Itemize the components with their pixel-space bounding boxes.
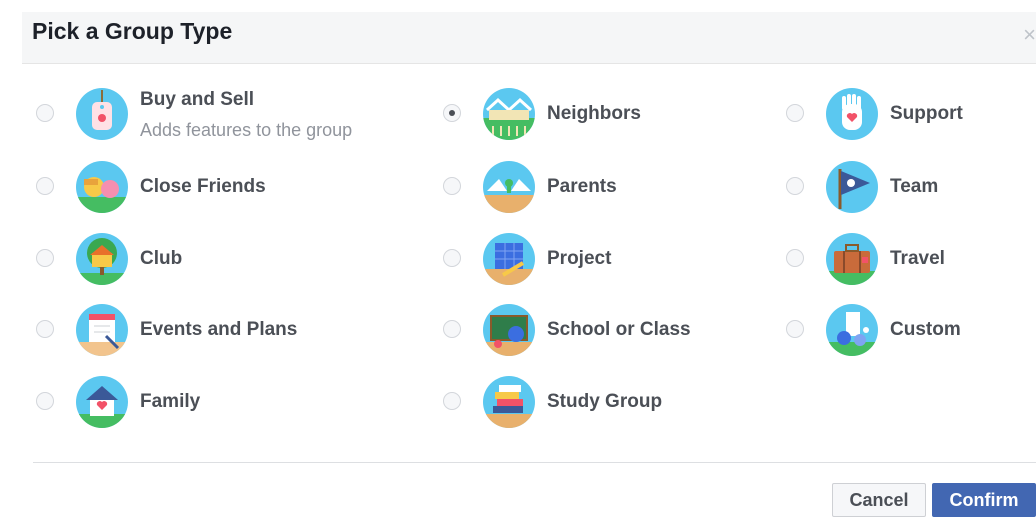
neighborhood-icon bbox=[483, 88, 535, 140]
radio-travel[interactable] bbox=[786, 249, 804, 267]
radio-study-group[interactable] bbox=[443, 392, 461, 410]
option-study-group[interactable]: Study Group bbox=[443, 374, 763, 430]
price-tag-icon bbox=[76, 88, 128, 140]
option-buy-and-sell[interactable]: Buy and Sell Adds features to the group bbox=[36, 86, 416, 142]
option-school-or-class[interactable]: School or Class bbox=[443, 302, 763, 358]
option-label: Parents bbox=[547, 176, 617, 197]
parents-icon bbox=[483, 161, 535, 213]
option-label: School or Class bbox=[547, 319, 691, 340]
radio-custom[interactable] bbox=[786, 320, 804, 338]
option-label: Support bbox=[890, 103, 963, 124]
radio-parents[interactable] bbox=[443, 177, 461, 195]
radio-support[interactable] bbox=[786, 104, 804, 122]
close-friends-icon bbox=[76, 161, 128, 213]
option-family[interactable]: Family bbox=[36, 374, 416, 430]
radio-club[interactable] bbox=[36, 249, 54, 267]
books-icon bbox=[483, 376, 535, 428]
radio-family[interactable] bbox=[36, 392, 54, 410]
option-close-friends[interactable]: Close Friends bbox=[36, 159, 416, 215]
option-label: Team bbox=[890, 176, 939, 197]
option-label: Project bbox=[547, 248, 612, 269]
option-club[interactable]: Club bbox=[36, 231, 416, 287]
option-team[interactable]: Team bbox=[786, 159, 1026, 215]
pennant-flag-icon bbox=[826, 161, 878, 213]
radio-buy-and-sell[interactable] bbox=[36, 104, 54, 122]
option-project[interactable]: Project bbox=[443, 231, 763, 287]
option-sublabel: Adds features to the group bbox=[140, 120, 353, 140]
calendar-icon bbox=[76, 304, 128, 356]
option-label: Buy and Sell bbox=[140, 89, 255, 110]
option-label: Study Group bbox=[547, 391, 663, 412]
option-parents[interactable]: Parents bbox=[443, 159, 763, 215]
option-label: Club bbox=[140, 248, 183, 269]
custom-icon bbox=[826, 304, 878, 356]
option-custom[interactable]: Custom bbox=[786, 302, 1026, 358]
dialog-header: Pick a Group Type × bbox=[22, 12, 1036, 64]
radio-project[interactable] bbox=[443, 249, 461, 267]
radio-events-and-plans[interactable] bbox=[36, 320, 54, 338]
option-label: Events and Plans bbox=[140, 319, 298, 340]
option-neighbors[interactable]: Neighbors bbox=[443, 86, 763, 142]
treehouse-icon bbox=[76, 233, 128, 285]
radio-school-or-class[interactable] bbox=[443, 320, 461, 338]
close-icon[interactable]: × bbox=[1023, 22, 1036, 48]
option-support[interactable]: Support bbox=[786, 86, 1026, 142]
suitcase-icon bbox=[826, 233, 878, 285]
dialog-title: Pick a Group Type bbox=[32, 18, 233, 44]
option-label: Close Friends bbox=[140, 176, 266, 197]
option-label: Travel bbox=[890, 248, 945, 269]
radio-neighbors[interactable] bbox=[443, 104, 461, 122]
footer-divider bbox=[33, 462, 1036, 463]
blueprint-icon bbox=[483, 233, 535, 285]
radio-close-friends[interactable] bbox=[36, 177, 54, 195]
option-events-and-plans[interactable]: Events and Plans bbox=[36, 302, 416, 358]
option-travel[interactable]: Travel bbox=[786, 231, 1026, 287]
option-label: Neighbors bbox=[547, 103, 641, 124]
radio-team[interactable] bbox=[786, 177, 804, 195]
chalkboard-icon bbox=[483, 304, 535, 356]
house-heart-icon bbox=[76, 376, 128, 428]
option-label: Custom bbox=[890, 319, 961, 340]
option-label: Family bbox=[140, 391, 201, 412]
hand-heart-icon bbox=[826, 88, 878, 140]
confirm-button[interactable]: Confirm bbox=[932, 483, 1036, 517]
cancel-button[interactable]: Cancel bbox=[832, 483, 926, 517]
